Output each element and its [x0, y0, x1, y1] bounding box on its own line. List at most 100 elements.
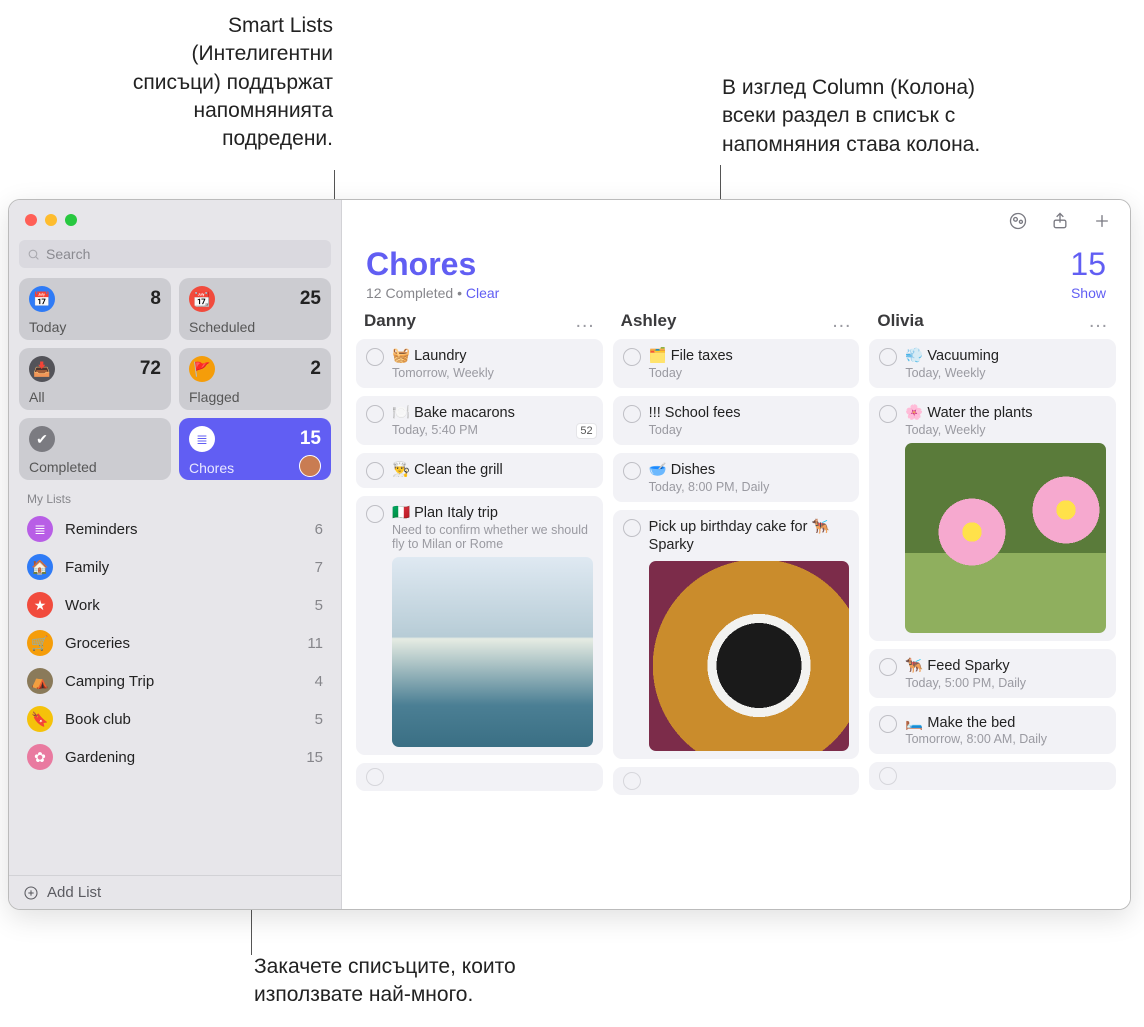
- smart-card-completed[interactable]: ✔ Completed: [19, 418, 171, 480]
- scheduled-icon: 📆: [189, 286, 215, 312]
- list-item[interactable]: ≣ Reminders 6: [17, 510, 333, 548]
- smart-card-scheduled[interactable]: 📆 25 Scheduled: [179, 278, 331, 340]
- column: Ashley … 🗂️ File taxesToday !!! School f…: [613, 309, 860, 909]
- reminder-title: 🗂️ File taxes: [649, 347, 850, 366]
- reminder-title: 🇮🇹 Plan Italy trip: [392, 504, 593, 523]
- completion-ring[interactable]: [623, 348, 641, 366]
- list-item[interactable]: 🏠 Family 7: [17, 548, 333, 586]
- reminder-meta: Today, 5:40 PM: [392, 423, 593, 437]
- reminder-title: 🥣 Dishes: [649, 461, 850, 480]
- completed-text: 12 Completed: [366, 285, 453, 301]
- avatar: [299, 455, 321, 477]
- smart-card-count: 15: [300, 428, 321, 450]
- week-badge: 52: [576, 423, 596, 439]
- callout-smart-lists: Smart Lists (Интелигентни списъци) поддъ…: [33, 12, 333, 154]
- completion-ring[interactable]: [366, 405, 384, 423]
- smart-card-today[interactable]: 📅 8 Today: [19, 278, 171, 340]
- completion-ring[interactable]: [366, 348, 384, 366]
- list-count: 5: [315, 597, 323, 614]
- column-more-button[interactable]: …: [575, 314, 595, 328]
- column-name: Ashley: [621, 311, 677, 331]
- smart-card-flagged[interactable]: 🚩 2 Flagged: [179, 348, 331, 410]
- reminder-item[interactable]: Pick up birthday cake for 🐕‍🦺 Sparky: [613, 510, 860, 760]
- list-icon: ≣: [27, 516, 53, 542]
- add-list-button[interactable]: Add List: [9, 875, 341, 909]
- list-count: 7: [315, 559, 323, 576]
- list-header: Chores 12 Completed • Clear 15 Show: [342, 242, 1130, 309]
- list-name: Reminders: [65, 521, 303, 538]
- reminder-meta: Today: [649, 423, 850, 437]
- completion-ring[interactable]: [366, 462, 384, 480]
- completion-ring[interactable]: [879, 658, 897, 676]
- reminder-item[interactable]: !!! School feesToday: [613, 396, 860, 445]
- columns-container: Danny … 🧺 LaundryTomorrow, Weekly 🍽️ Bak…: [342, 309, 1130, 909]
- plus-icon[interactable]: [1092, 211, 1112, 231]
- smart-lists-grid: 📅 8 Today 📆 25 Scheduled 📥 72 All 🚩 2 F: [9, 278, 341, 492]
- clear-completed-button[interactable]: Clear: [466, 285, 499, 301]
- show-completed-button[interactable]: Show: [1070, 285, 1106, 301]
- add-list-label: Add List: [47, 884, 101, 901]
- list-count: 15: [1070, 246, 1106, 283]
- close-window-button[interactable]: [25, 214, 37, 226]
- callout-column-view: В изглед Column (Колона) всеки раздел в …: [722, 74, 1132, 159]
- list-item[interactable]: ⛺ Camping Trip 4: [17, 662, 333, 700]
- reminder-item[interactable]: 🥣 DishesToday, 8:00 PM, Daily: [613, 453, 860, 502]
- reminder-title: 🛏️ Make the bed: [905, 714, 1106, 733]
- list-icon: 🛒: [27, 630, 53, 656]
- toolbar: [342, 200, 1130, 242]
- column-more-button[interactable]: …: [831, 314, 851, 328]
- reminder-title: 💨 Vacuuming: [905, 347, 1106, 366]
- completion-ring[interactable]: [623, 519, 641, 537]
- search-input[interactable]: Search: [19, 240, 331, 268]
- reminder-item[interactable]: 👨‍🍳 Clean the grill: [356, 453, 603, 488]
- completion-ring[interactable]: [366, 505, 384, 523]
- reminder-thumbnail: [905, 443, 1106, 633]
- list-icon: 🔖: [27, 706, 53, 732]
- reminder-item[interactable]: 💨 VacuumingToday, Weekly: [869, 339, 1116, 388]
- new-reminder-placeholder[interactable]: [613, 767, 860, 795]
- list-item[interactable]: ★ Work 5: [17, 586, 333, 624]
- completion-ring[interactable]: [879, 715, 897, 733]
- reminder-item[interactable]: 🌸 Water the plantsToday, Weekly: [869, 396, 1116, 641]
- column-more-button[interactable]: …: [1088, 314, 1108, 328]
- reminder-item[interactable]: 🧺 LaundryTomorrow, Weekly: [356, 339, 603, 388]
- list-icon: ★: [27, 592, 53, 618]
- list-count: 15: [306, 749, 323, 766]
- completion-ring[interactable]: [623, 405, 641, 423]
- reminder-item[interactable]: 🛏️ Make the bedTomorrow, 8:00 AM, Daily: [869, 706, 1116, 755]
- reminder-meta: Need to confirm whether we should fly to…: [392, 523, 593, 551]
- list-icon: ⛺: [27, 668, 53, 694]
- list-count: 4: [315, 673, 323, 690]
- share-icon[interactable]: [1050, 211, 1070, 231]
- new-reminder-placeholder[interactable]: [356, 763, 603, 791]
- reminders-window: Search 📅 8 Today 📆 25 Scheduled 📥 72 All: [8, 199, 1131, 910]
- list-count: 5: [315, 711, 323, 728]
- list-item[interactable]: 🛒 Groceries 11: [17, 624, 333, 662]
- smart-card-label: Chores: [189, 460, 234, 476]
- list-icon: 🏠: [27, 554, 53, 580]
- completion-ring[interactable]: [879, 405, 897, 423]
- collaborate-icon[interactable]: [1008, 211, 1028, 231]
- smart-card-chores[interactable]: ≣ 15 Chores: [179, 418, 331, 480]
- smart-card-all[interactable]: 📥 72 All: [19, 348, 171, 410]
- list-item[interactable]: 🔖 Book club 5: [17, 700, 333, 738]
- reminder-meta: Today, 5:00 PM, Daily: [905, 676, 1106, 690]
- reminder-item[interactable]: 🇮🇹 Plan Italy tripNeed to confirm whethe…: [356, 496, 603, 755]
- minimize-window-button[interactable]: [45, 214, 57, 226]
- search-placeholder: Search: [46, 246, 90, 262]
- list-item[interactable]: ✿ Gardening 15: [17, 738, 333, 776]
- completion-ring[interactable]: [623, 462, 641, 480]
- reminder-item[interactable]: 🍽️ Bake macaronsToday, 5:40 PM52: [356, 396, 603, 445]
- completion-ring[interactable]: [879, 348, 897, 366]
- reminder-meta: Today, Weekly: [905, 366, 1106, 380]
- reminder-item[interactable]: 🐕‍🦺 Feed SparkyToday, 5:00 PM, Daily: [869, 649, 1116, 698]
- list-count: 11: [307, 635, 323, 652]
- completion-ring: [366, 768, 384, 786]
- new-reminder-placeholder[interactable]: [869, 762, 1116, 790]
- list-name: Family: [65, 559, 303, 576]
- smart-card-label: Flagged: [189, 389, 240, 405]
- completion-ring: [879, 767, 897, 785]
- list-title: Chores: [366, 246, 499, 283]
- fullscreen-window-button[interactable]: [65, 214, 77, 226]
- reminder-item[interactable]: 🗂️ File taxesToday: [613, 339, 860, 388]
